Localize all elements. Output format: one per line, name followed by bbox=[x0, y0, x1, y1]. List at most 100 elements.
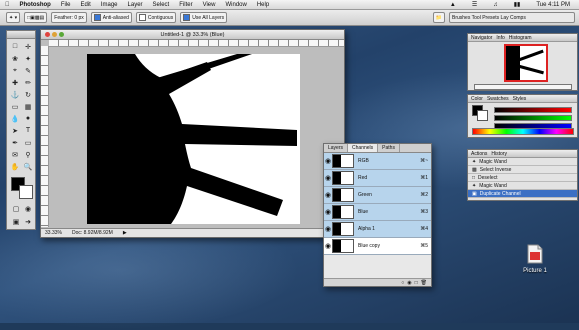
navigator-preview[interactable] bbox=[504, 44, 548, 82]
minimize-button[interactable] bbox=[52, 32, 57, 37]
menu-layer[interactable]: Layer bbox=[123, 2, 148, 8]
trash-icon[interactable]: 🗑 bbox=[421, 280, 427, 286]
file-browser-icon[interactable]: 📁 bbox=[432, 12, 445, 23]
document-titlebar[interactable]: Untitled-1 @ 33.3% (Blue) bbox=[41, 30, 344, 40]
gradient-tool-icon[interactable]: ▦ bbox=[22, 101, 34, 112]
close-button[interactable] bbox=[45, 32, 50, 37]
healing-brush-tool-icon[interactable]: ✚ bbox=[9, 77, 21, 88]
tab-layers[interactable]: Layers bbox=[324, 144, 349, 152]
history-step[interactable]: □ Deselect bbox=[468, 174, 577, 182]
zoom-button[interactable] bbox=[59, 32, 64, 37]
magic-wand-tool-icon[interactable]: ✦ bbox=[22, 53, 34, 64]
jump-to-imageready-icon[interactable]: ➜ bbox=[22, 216, 34, 227]
pen-tool-icon[interactable]: ✒ bbox=[9, 137, 21, 148]
battery-icon[interactable]: ▮▮ bbox=[509, 1, 526, 8]
feather-field[interactable]: Feather: 0 px bbox=[51, 12, 87, 23]
channel-row[interactable]: ◉ RGB ⌘~ bbox=[324, 153, 431, 170]
slice-tool-icon[interactable]: ✎ bbox=[22, 65, 34, 76]
menu-file[interactable]: File bbox=[56, 2, 76, 8]
tab-channels[interactable]: Channels bbox=[348, 144, 379, 152]
dodge-tool-icon[interactable]: ● bbox=[22, 113, 34, 124]
shape-tool-icon[interactable]: ▭ bbox=[22, 137, 34, 148]
menu-photoshop[interactable]: Photoshop bbox=[15, 2, 56, 8]
menu-clock[interactable]: Tue 4:11 PM bbox=[531, 2, 575, 8]
tab-info[interactable]: Info bbox=[496, 35, 504, 41]
channel-row[interactable]: ◉ Green ⌘2 bbox=[324, 187, 431, 204]
visibility-eye-icon[interactable]: ◉ bbox=[324, 157, 332, 165]
use-all-layers-checkbox[interactable]: Use All Layers bbox=[180, 12, 228, 23]
history-step[interactable]: ✦ Magic Wand bbox=[468, 182, 577, 190]
tab-color[interactable]: Color bbox=[471, 96, 483, 102]
brush-tool-icon[interactable]: ✏ bbox=[22, 77, 34, 88]
history-step[interactable]: ▩ Select Inverse bbox=[468, 166, 577, 174]
wifi-icon[interactable]: ☰ bbox=[467, 1, 482, 8]
crop-tool-icon[interactable]: ⌖ bbox=[9, 65, 21, 76]
visibility-eye-icon[interactable]: ◉ bbox=[324, 208, 332, 216]
document-size[interactable]: Doc: 8.92M/8.92M bbox=[72, 230, 113, 236]
tab-navigator[interactable]: Navigator bbox=[471, 35, 492, 41]
new-channel-icon[interactable]: □ bbox=[415, 280, 418, 286]
menu-image[interactable]: Image bbox=[96, 2, 123, 8]
menu-edit[interactable]: Edit bbox=[76, 2, 96, 8]
type-tool-icon[interactable]: T bbox=[22, 125, 34, 136]
marquee-tool-icon[interactable]: □ bbox=[9, 41, 21, 52]
picture-file-icon[interactable] bbox=[525, 244, 545, 264]
visibility-eye-icon[interactable]: ◉ bbox=[324, 191, 332, 199]
eyedropper-tool-icon[interactable]: ⚲ bbox=[22, 149, 34, 160]
contiguous-checkbox[interactable]: Contiguous bbox=[135, 12, 177, 23]
color-ramp[interactable] bbox=[472, 128, 574, 135]
save-selection-icon[interactable]: ◉ bbox=[407, 280, 411, 286]
tab-history[interactable]: History bbox=[491, 151, 507, 157]
red-slider[interactable] bbox=[494, 107, 572, 113]
screen-mode-icon[interactable]: ▣ bbox=[10, 216, 22, 227]
menu-filter[interactable]: Filter bbox=[174, 2, 197, 8]
volume-icon[interactable]: ♫ bbox=[488, 2, 503, 8]
visibility-eye-icon[interactable]: ◉ bbox=[324, 242, 332, 250]
tab-styles[interactable]: Styles bbox=[513, 96, 527, 102]
picture-file-label[interactable]: Picture 1 bbox=[512, 268, 558, 274]
image-canvas[interactable] bbox=[87, 54, 300, 224]
green-slider[interactable] bbox=[494, 115, 572, 121]
blur-tool-icon[interactable]: 💧 bbox=[9, 113, 21, 124]
channel-row[interactable]: ◉ Blue ⌘3 bbox=[324, 204, 431, 221]
navigator-zoom-slider[interactable] bbox=[474, 82, 572, 90]
bluetooth-icon[interactable]: ▲ bbox=[445, 2, 461, 8]
history-step[interactable]: ✦ Magic Wand bbox=[468, 158, 577, 166]
hand-tool-icon[interactable]: ✋ bbox=[9, 161, 21, 172]
notes-tool-icon[interactable]: ✉ bbox=[9, 149, 21, 160]
zoom-tool-icon[interactable]: 🔍 bbox=[22, 161, 34, 172]
clone-stamp-tool-icon[interactable]: ⚓ bbox=[9, 89, 21, 100]
status-arrow-icon[interactable]: ▶ bbox=[123, 230, 127, 236]
channel-row[interactable]: ◉ Alpha 1 ⌘4 bbox=[324, 221, 431, 238]
quick-mask-off-icon[interactable]: ▢ bbox=[10, 203, 22, 214]
horizontal-ruler[interactable] bbox=[49, 40, 344, 47]
magic-wand-tool-preset-icon[interactable]: ✦ ▾ bbox=[6, 12, 21, 23]
tab-swatches[interactable]: Swatches bbox=[487, 96, 509, 102]
anti-aliased-checkbox[interactable]: Anti-aliased bbox=[90, 12, 132, 23]
tools-palette-titlebar[interactable] bbox=[7, 31, 35, 39]
background-color-swatch[interactable] bbox=[19, 185, 33, 199]
tab-histogram[interactable]: Histogram bbox=[509, 35, 532, 41]
visibility-eye-icon[interactable]: ◉ bbox=[324, 225, 332, 233]
zoom-level[interactable]: 33.33% bbox=[45, 230, 62, 236]
load-selection-icon[interactable]: ○ bbox=[401, 280, 404, 286]
channel-row[interactable]: ◉ Red ⌘1 bbox=[324, 170, 431, 187]
history-step-selected[interactable]: ▣ Duplicate Channel bbox=[468, 190, 577, 198]
menu-select[interactable]: Select bbox=[148, 2, 175, 8]
vertical-ruler[interactable] bbox=[41, 46, 49, 227]
selection-mode-buttons[interactable]: □▣▩▤ bbox=[24, 12, 48, 23]
channel-row-selected[interactable]: ◉ Blue copy ⌘5 bbox=[324, 238, 431, 255]
menu-window[interactable]: Window bbox=[220, 2, 251, 8]
palette-well[interactable]: Brushes Tool Presets Lay Comps bbox=[449, 12, 575, 23]
move-tool-icon[interactable]: ✛ bbox=[22, 41, 34, 52]
color-background-swatch[interactable] bbox=[477, 110, 488, 121]
lasso-tool-icon[interactable]: ❀ bbox=[9, 53, 21, 64]
menu-view[interactable]: View bbox=[198, 2, 221, 8]
menu-help[interactable]: Help bbox=[252, 2, 274, 8]
apple-menu-icon[interactable]:  bbox=[0, 2, 15, 8]
visibility-eye-icon[interactable]: ◉ bbox=[324, 174, 332, 182]
tab-actions[interactable]: Actions bbox=[471, 151, 487, 157]
quick-mask-on-icon[interactable]: ◉ bbox=[22, 203, 34, 214]
path-selection-tool-icon[interactable]: ➤ bbox=[9, 125, 21, 136]
history-brush-tool-icon[interactable]: ↻ bbox=[22, 89, 34, 100]
